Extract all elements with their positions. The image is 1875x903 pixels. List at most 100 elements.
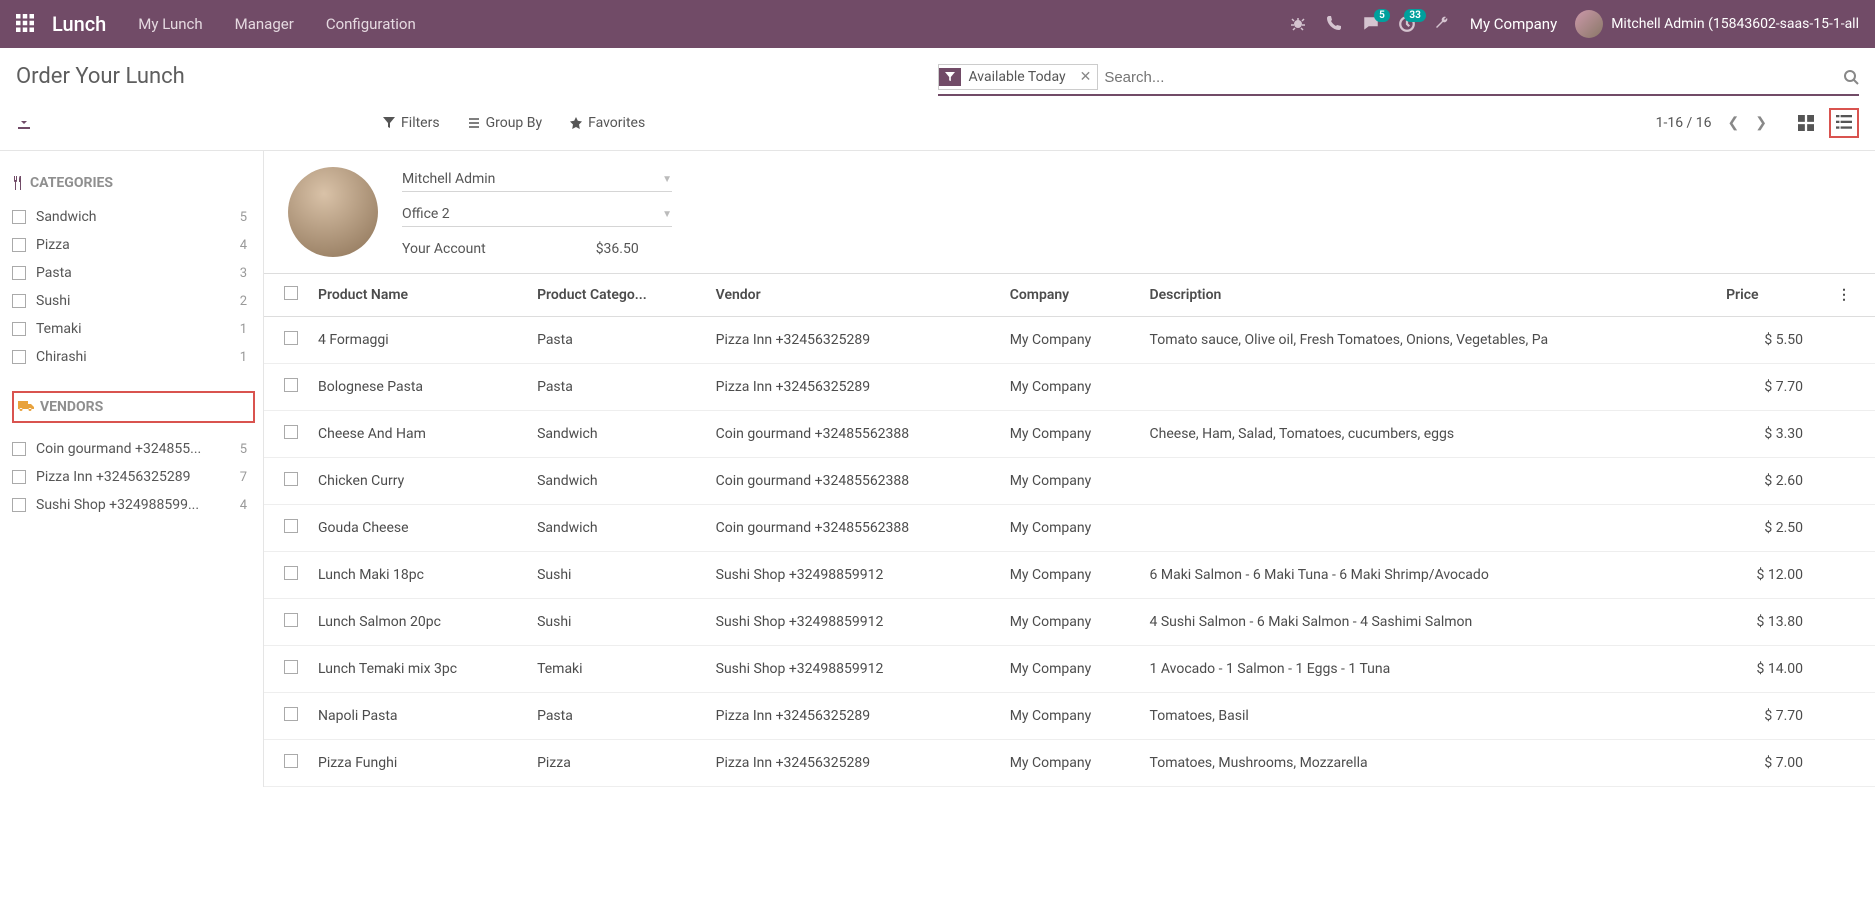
wrench-icon[interactable] — [1434, 15, 1452, 33]
sidebar-item-label: Temaki — [36, 321, 240, 337]
cell-description: Tomatoes, Mushrooms, Mozzarella — [1140, 740, 1717, 787]
cell-company: My Company — [1000, 599, 1140, 646]
checkbox[interactable] — [12, 294, 26, 308]
phone-icon[interactable] — [1326, 15, 1344, 33]
checkbox[interactable] — [12, 470, 26, 484]
row-checkbox[interactable] — [264, 599, 308, 646]
pager-prev-icon[interactable]: ❮ — [1728, 115, 1740, 131]
table-row[interactable]: Chicken CurrySandwichCoin gourmand +3248… — [264, 458, 1875, 505]
pager-next-icon[interactable]: ❯ — [1755, 115, 1767, 131]
nav-my-lunch[interactable]: My Lunch — [138, 15, 202, 33]
checkbox[interactable] — [12, 210, 26, 224]
checkbox[interactable] — [12, 350, 26, 364]
cell-company: My Company — [1000, 458, 1140, 505]
chevron-down-icon: ▼ — [662, 209, 672, 220]
sidebar-item-count: 4 — [240, 498, 255, 513]
pager-value[interactable]: 1-16 / 16 — [1656, 115, 1712, 131]
table-row[interactable]: Bolognese PastaPastaPizza Inn +324563252… — [264, 364, 1875, 411]
apps-icon[interactable] — [16, 14, 36, 34]
kanban-view-button[interactable] — [1791, 108, 1821, 138]
select-all-header[interactable] — [264, 274, 308, 317]
category-item[interactable]: Temaki1 — [12, 315, 255, 343]
col-options-icon[interactable]: ⋮ — [1827, 274, 1875, 317]
cell-product-name: Napoli Pasta — [308, 693, 527, 740]
category-item[interactable]: Pasta3 — [12, 259, 255, 287]
cell-description: 6 Maki Salmon - 6 Maki Tuna - 6 Maki Shr… — [1140, 552, 1717, 599]
table-row[interactable]: Pizza FunghiPizzaPizza Inn +32456325289M… — [264, 740, 1875, 787]
cell-company: My Company — [1000, 317, 1140, 364]
search-box[interactable]: Available Today ✕ — [938, 64, 1860, 96]
col-description[interactable]: Description — [1140, 274, 1717, 317]
cell-vendor: Coin gourmand +32485562388 — [706, 505, 1000, 552]
vendor-item[interactable]: Coin gourmand +324855...5 — [12, 435, 255, 463]
category-item[interactable]: Pizza4 — [12, 231, 255, 259]
row-checkbox[interactable] — [264, 646, 308, 693]
table-row[interactable]: Lunch Maki 18pcSushiSushi Shop +32498859… — [264, 552, 1875, 599]
row-checkbox[interactable] — [264, 693, 308, 740]
col-company[interactable]: Company — [1000, 274, 1140, 317]
download-icon[interactable] — [16, 115, 32, 131]
category-item[interactable]: Sandwich5 — [12, 203, 255, 231]
sidebar-item-label: Sushi — [36, 293, 240, 309]
nav-manager[interactable]: Manager — [235, 15, 294, 33]
checkbox[interactable] — [12, 238, 26, 252]
table-row[interactable]: Lunch Salmon 20pcSushiSushi Shop +324988… — [264, 599, 1875, 646]
table-row[interactable]: Cheese And HamSandwichCoin gourmand +324… — [264, 411, 1875, 458]
row-checkbox[interactable] — [264, 317, 308, 364]
category-item[interactable]: Chirashi1 — [12, 343, 255, 371]
checkbox[interactable] — [12, 498, 26, 512]
row-checkbox[interactable] — [264, 740, 308, 787]
table-row[interactable]: Gouda CheeseSandwichCoin gourmand +32485… — [264, 505, 1875, 552]
cell-description: 4 Sushi Salmon - 6 Maki Salmon - 4 Sashi… — [1140, 599, 1717, 646]
user-avatar — [288, 167, 378, 257]
cell-company: My Company — [1000, 646, 1140, 693]
cell-vendor: Pizza Inn +32456325289 — [706, 740, 1000, 787]
table-row[interactable]: 4 FormaggiPastaPizza Inn +32456325289My … — [264, 317, 1875, 364]
col-price[interactable]: Price — [1716, 274, 1827, 317]
cell-price: $ 7.70 — [1716, 693, 1827, 740]
activities-icon[interactable]: 33 — [1398, 15, 1416, 33]
cell-company: My Company — [1000, 364, 1140, 411]
cell-vendor: Sushi Shop +32498859912 — [706, 599, 1000, 646]
col-category[interactable]: Product Catego... — [527, 274, 706, 317]
filters-button[interactable]: Filters — [383, 115, 440, 131]
table-row[interactable]: Napoli PastaPastaPizza Inn +32456325289M… — [264, 693, 1875, 740]
vendor-item[interactable]: Pizza Inn +324563252897 — [12, 463, 255, 491]
vendor-item[interactable]: Sushi Shop +324988599...4 — [12, 491, 255, 519]
content-area: Mitchell Admin▼ Office 2▼ Your Account $… — [264, 151, 1875, 787]
list-view-button[interactable] — [1829, 108, 1859, 138]
company-selector[interactable]: My Company — [1470, 15, 1557, 33]
cell-description: Tomatoes, Basil — [1140, 693, 1717, 740]
nav-configuration[interactable]: Configuration — [326, 15, 416, 33]
row-checkbox[interactable] — [264, 411, 308, 458]
search-icon[interactable] — [1843, 69, 1859, 85]
user-menu[interactable]: Mitchell Admin (15843602-saas-15-1-all — [1575, 10, 1859, 38]
checkbox[interactable] — [12, 266, 26, 280]
favorites-button[interactable]: Favorites — [570, 115, 645, 131]
checkbox[interactable] — [12, 322, 26, 336]
app-title[interactable]: Lunch — [52, 12, 106, 36]
location-select[interactable]: Office 2▼ — [402, 202, 672, 227]
cell-price: $ 14.00 — [1716, 646, 1827, 693]
checkbox[interactable] — [12, 442, 26, 456]
row-checkbox[interactable] — [264, 552, 308, 599]
groupby-button[interactable]: Group By — [468, 115, 543, 131]
cell-price: $ 3.30 — [1716, 411, 1827, 458]
search-input[interactable] — [1104, 69, 1843, 86]
bug-icon[interactable] — [1290, 15, 1308, 33]
sidebar-item-count: 2 — [240, 294, 255, 309]
row-checkbox[interactable] — [264, 505, 308, 552]
user-select[interactable]: Mitchell Admin▼ — [402, 167, 672, 192]
messages-icon[interactable]: 5 — [1362, 15, 1380, 33]
sidebar-item-label: Chirashi — [36, 349, 240, 365]
row-checkbox[interactable] — [264, 364, 308, 411]
col-vendor[interactable]: Vendor — [706, 274, 1000, 317]
truck-icon — [18, 401, 34, 413]
col-product-name[interactable]: Product Name — [308, 274, 527, 317]
facet-remove[interactable]: ✕ — [1074, 69, 1098, 85]
row-checkbox[interactable] — [264, 458, 308, 505]
cell-description — [1140, 458, 1717, 505]
category-item[interactable]: Sushi2 — [12, 287, 255, 315]
table-row[interactable]: Lunch Temaki mix 3pcTemakiSushi Shop +32… — [264, 646, 1875, 693]
cell-product-name: Gouda Cheese — [308, 505, 527, 552]
